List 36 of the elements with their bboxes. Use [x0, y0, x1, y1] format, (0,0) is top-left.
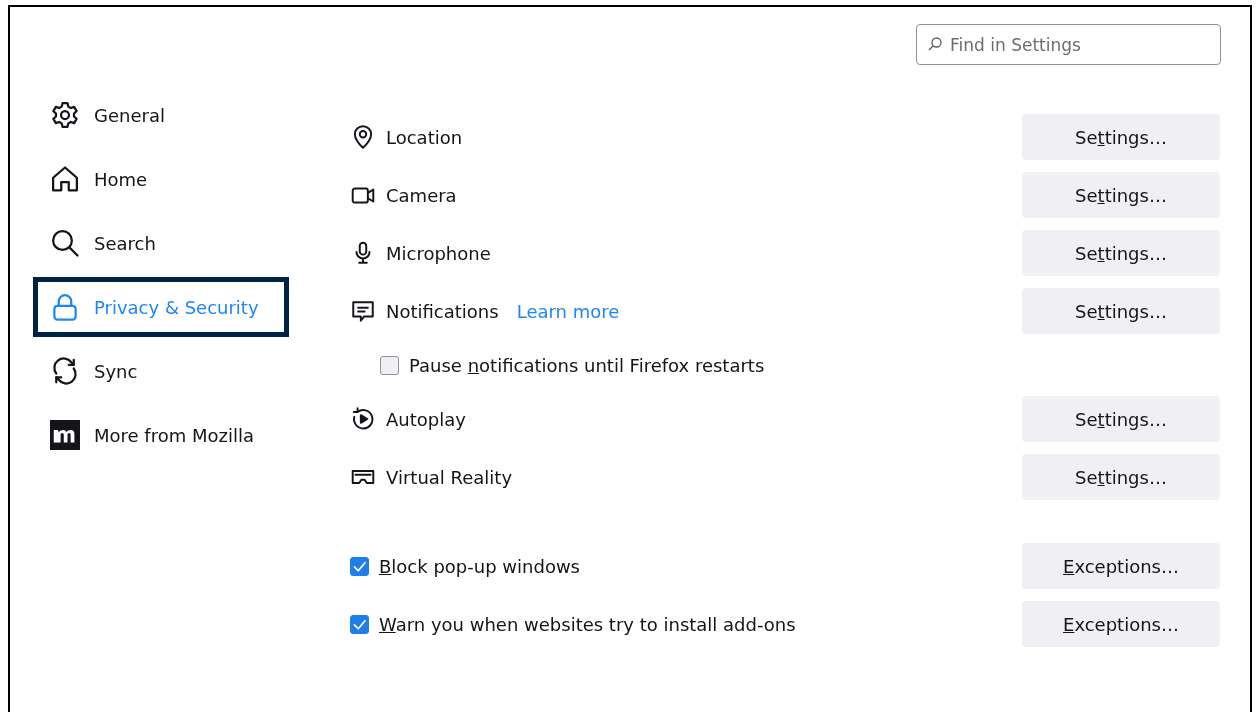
lock-icon — [50, 292, 80, 322]
settings-button[interactable]: Settings… — [1022, 230, 1220, 276]
sidebar-item[interactable]: Search — [33, 213, 289, 273]
exceptions-button[interactable]: Exceptions… — [1022, 543, 1220, 589]
sidebar-item[interactable]: Privacy & Security — [33, 277, 289, 337]
speech-bubble-icon — [350, 298, 376, 324]
settings-button[interactable]: Settings… — [1022, 288, 1220, 334]
checkbox[interactable] — [380, 355, 399, 375]
gear-icon — [50, 100, 80, 130]
autoplay-icon — [350, 406, 376, 432]
permission-label: Virtual Reality — [386, 466, 513, 488]
checkbox-label: Pause notifications until Firefox restarts — [409, 354, 765, 376]
sidebar-item[interactable]: Home — [33, 149, 289, 209]
m-logo-icon — [50, 420, 80, 450]
settings-button[interactable]: Settings… — [1022, 114, 1220, 160]
permission-label: Notifications — [386, 300, 499, 322]
sync-icon — [50, 356, 80, 386]
checkbox-label: Block pop-up windows — [379, 555, 580, 577]
exceptions-button[interactable]: Exceptions… — [1022, 601, 1220, 647]
sidebar-item[interactable]: More from Mozilla — [33, 405, 289, 465]
permission-label: Microphone — [386, 242, 491, 264]
permission-label: Location — [386, 126, 463, 148]
permission-label: Autoplay — [386, 408, 466, 430]
search-field[interactable]: Find in Settings — [916, 24, 1221, 65]
home-icon — [50, 164, 80, 194]
checkbox[interactable] — [350, 556, 369, 576]
settings-button[interactable]: Settings… — [1022, 396, 1220, 442]
sidebar-item[interactable]: Sync — [33, 341, 289, 401]
sidebar-item[interactable]: General — [33, 85, 289, 145]
learn-more-link[interactable]: Learn more — [516, 300, 620, 322]
settings-button[interactable]: Settings… — [1022, 172, 1220, 218]
permission-label: Camera — [386, 184, 457, 206]
search-icon — [50, 228, 80, 258]
checkbox[interactable] — [350, 614, 369, 634]
settings-button[interactable]: Settings… — [1022, 454, 1220, 500]
checkbox-label: Warn you when websites try to install add-ons — [379, 613, 796, 635]
